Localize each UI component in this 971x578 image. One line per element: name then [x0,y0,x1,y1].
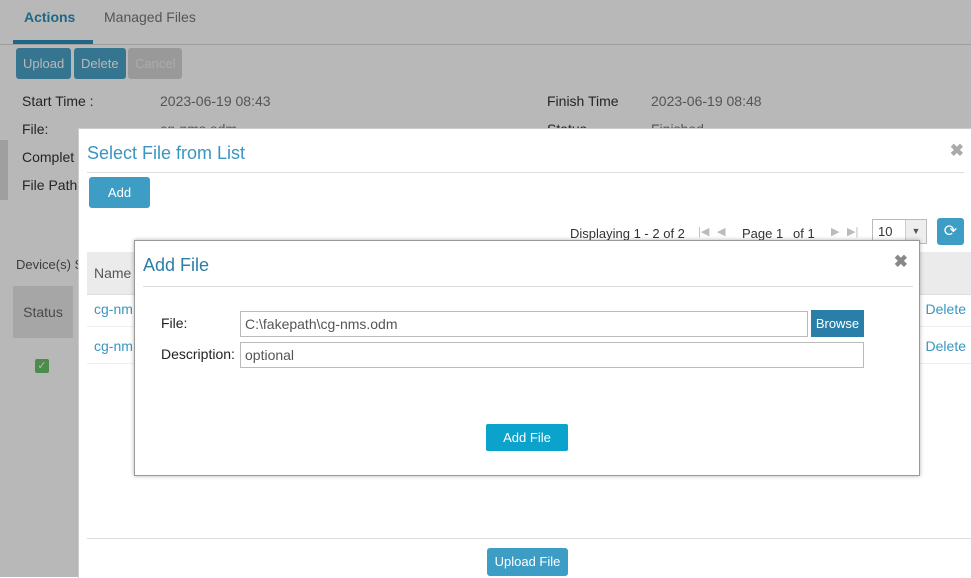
refresh-icon[interactable]: ⟳ [937,218,964,245]
divider [143,286,913,287]
delete-link[interactable]: Delete [926,301,966,317]
description-input[interactable]: optional [240,342,864,368]
page-total: of 1 [793,226,815,241]
delete-link[interactable]: Delete [926,338,966,354]
add-file-submit-button[interactable]: Add File [486,424,568,451]
close-icon[interactable]: ✖ [950,141,964,161]
file-path-field[interactable]: C:\fakepath\cg-nms.odm [240,311,808,337]
name-column-header[interactable]: Name [94,265,131,281]
divider [87,172,964,173]
file-field-label: File: [161,315,188,331]
page-size-value: 10 [878,224,893,239]
first-page-icon[interactable]: |◀ [698,225,709,238]
last-page-icon[interactable]: ▶| [847,225,858,238]
page-number[interactable]: 1 [776,226,783,241]
pager-displaying: Displaying 1 - 2 of 2 [570,226,685,241]
add-file-dialog-title: Add File [143,255,210,275]
prev-page-icon[interactable]: ◀ [717,225,725,238]
browse-button[interactable]: Browse [811,310,864,337]
select-file-dialog-title: Select File from List [87,143,246,163]
description-field-label: Description: [161,346,235,362]
add-file-dialog: Add File ✖ File: C:\fakepath\cg-nms.odm … [134,240,920,476]
divider [87,538,971,539]
add-file-button[interactable]: Add File [89,177,150,231]
file-name-link[interactable]: cg-nm [94,338,133,354]
file-name-link[interactable]: cg-nm [94,301,133,317]
page-label: Page [742,226,773,241]
upload-file-button[interactable]: Upload File [487,548,568,576]
close-icon[interactable]: ✖ [894,252,908,272]
next-page-icon[interactable]: ▶ [831,225,839,238]
